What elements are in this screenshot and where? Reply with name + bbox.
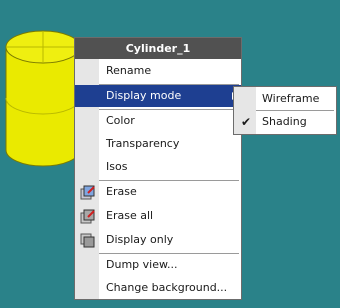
menu-item-label: Isos [106,160,128,173]
submenu-item-wireframe[interactable]: Wireframe [234,88,336,110]
cylinder-shape[interactable] [5,30,81,167]
menu-item-label: Color [106,114,135,127]
menu-item-label: Rename [106,64,152,77]
menu-item-color[interactable]: Color [75,110,241,132]
menu-item-label: Erase all [106,209,154,222]
submenu-item-label: Shading [262,115,307,128]
menu-item-display-only[interactable]: Display only [75,229,241,251]
erase-all-icon [80,209,95,224]
submenu-item-label: Wireframe [262,92,320,105]
menu-item-label: Transparency [106,137,180,150]
menu-item-erase-all[interactable]: Erase all [75,205,241,227]
display-only-icon [80,233,95,248]
menu-item-label: Erase [106,185,137,198]
menu-item-erase[interactable]: Erase [75,181,241,203]
menu-item-isos[interactable]: Isos [75,156,241,178]
menu-item-display-mode[interactable]: Display mode [75,85,241,107]
display-mode-submenu: Wireframe ✔ Shading [233,86,337,135]
menu-item-label: Dump view... [106,258,178,271]
menu-item-rename[interactable]: Rename [75,60,241,82]
menu-title: Cylinder_1 [75,38,241,59]
menu-item-label: Change background... [106,281,228,294]
menu-item-dump-view[interactable]: Dump view... [75,254,241,276]
submenu-item-shading[interactable]: ✔ Shading [234,111,336,133]
menu-item-label: Display only [106,233,174,246]
menu-item-label: Display mode [106,89,182,102]
menu-item-transparency[interactable]: Transparency [75,133,241,155]
context-menu: Cylinder_1 Rename Display mode Color Tra… [74,37,242,300]
menu-item-change-background[interactable]: Change background... [75,277,241,299]
checkmark-icon: ✔ [241,115,252,129]
erase-icon [80,185,95,200]
